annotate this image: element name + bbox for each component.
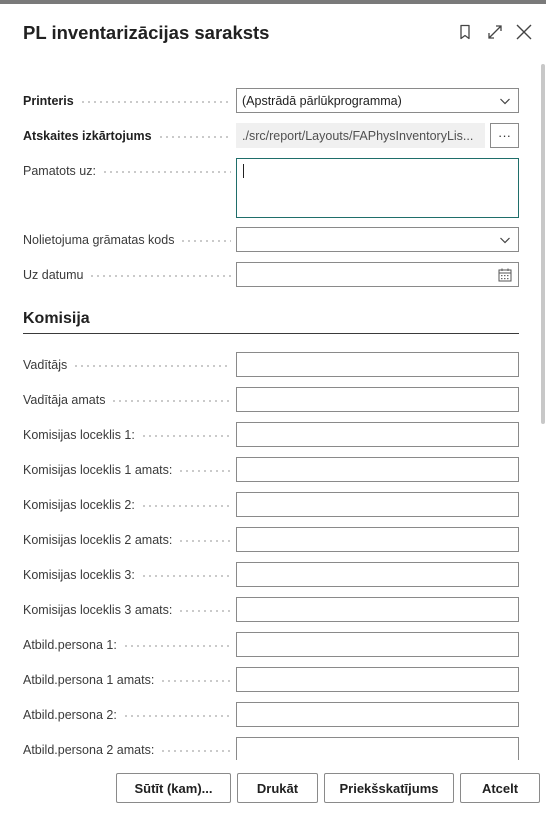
report-layout-label: Atskaites izkārtojums (23, 123, 233, 148)
based-on-textarea[interactable] (236, 158, 519, 218)
commission-field-input[interactable] (236, 667, 519, 692)
chevron-down-icon (500, 237, 510, 244)
section-divider (23, 333, 519, 334)
dialog-title: PL inventarizācijas saraksts (23, 22, 270, 43)
commission-section-title[interactable]: Komisija (23, 310, 90, 328)
commission-field-row: Komisijas loceklis 3: (23, 562, 519, 587)
printer-select[interactable]: (Apstrādā pārlūkprogramma) (236, 88, 519, 113)
commission-field-label: Atbild.persona 1 amats: (23, 667, 233, 692)
as-of-date-input[interactable] (236, 262, 519, 287)
commission-field-row: Atbild.persona 2: (23, 702, 519, 727)
based-on-row: Pamatots uz: (23, 158, 519, 218)
cancel-button[interactable]: Atcelt (460, 773, 540, 803)
commission-field-label: Atbild.persona 2 amats: (23, 737, 233, 760)
send-to-button[interactable]: Sūtīt (kam)... (116, 773, 231, 803)
bookmark-icon[interactable] (456, 23, 474, 41)
dialog-content: Printeris (Apstrādā pārlūkprogramma) Ats… (0, 60, 540, 760)
expand-icon[interactable] (486, 23, 504, 41)
calendar-icon[interactable] (498, 268, 512, 282)
commission-field-label: Komisijas loceklis 3: (23, 562, 233, 587)
commission-field-row: Vadītāja amats (23, 387, 519, 412)
commission-field-input[interactable] (236, 562, 519, 587)
commission-field-row: Komisijas loceklis 1: (23, 422, 519, 447)
report-layout-lookup-button[interactable]: ··· (490, 123, 519, 148)
commission-field-label: Komisijas loceklis 1: (23, 422, 233, 447)
as-of-date-label: Uz datumu (23, 262, 233, 287)
commission-field-row: Atbild.persona 1 amats: (23, 667, 519, 692)
printer-value: (Apstrādā pārlūkprogramma) (242, 93, 402, 108)
report-layout-field: ./src/report/Layouts/FAPhysInventoryLis.… (236, 123, 485, 148)
commission-field-input[interactable] (236, 387, 519, 412)
print-button[interactable]: Drukāt (237, 773, 318, 803)
scrollbar-thumb[interactable] (541, 64, 545, 424)
based-on-label: Pamatots uz: (23, 158, 233, 183)
commission-field-input[interactable] (236, 597, 519, 622)
commission-field-row: Atbild.persona 2 amats: (23, 737, 519, 760)
as-of-date-row: Uz datumu (23, 262, 519, 287)
preview-button[interactable]: Priekšskatījums (324, 773, 454, 803)
commission-field-input[interactable] (236, 457, 519, 482)
commission-field-row: Komisijas loceklis 3 amats: (23, 597, 519, 622)
commission-field-label: Vadītāja amats (23, 387, 233, 412)
commission-field-input[interactable] (236, 527, 519, 552)
vertical-scrollbar[interactable] (541, 64, 545, 760)
commission-field-label: Komisijas loceklis 3 amats: (23, 597, 233, 622)
depreciation-book-select[interactable] (236, 227, 519, 252)
close-icon[interactable] (515, 23, 533, 41)
commission-field-label: Komisijas loceklis 1 amats: (23, 457, 233, 482)
commission-field-row: Vadītājs (23, 352, 519, 377)
commission-field-input[interactable] (236, 492, 519, 517)
printer-row: Printeris (Apstrādā pārlūkprogramma) (23, 88, 519, 113)
commission-field-label: Komisijas loceklis 2: (23, 492, 233, 517)
report-layout-value: ./src/report/Layouts/FAPhysInventoryLis.… (242, 128, 474, 143)
dialog-header: PL inventarizācijas saraksts (0, 4, 546, 60)
depreciation-book-row: Nolietojuma grāmatas kods (23, 227, 519, 252)
commission-field-input[interactable] (236, 632, 519, 657)
commission-field-input[interactable] (236, 702, 519, 727)
commission-field-input[interactable] (236, 737, 519, 760)
printer-label: Printeris (23, 88, 233, 113)
commission-field-input[interactable] (236, 352, 519, 377)
chevron-down-icon (500, 98, 510, 105)
report-layout-row: Atskaites izkārtojums ./src/report/Layou… (23, 123, 519, 148)
dialog-footer: Sūtīt (kam)... Drukāt Priekšskatījums At… (0, 760, 546, 820)
commission-field-row: Komisijas loceklis 1 amats: (23, 457, 519, 482)
commission-field-row: Komisijas loceklis 2: (23, 492, 519, 517)
commission-field-input[interactable] (236, 422, 519, 447)
commission-field-label: Komisijas loceklis 2 amats: (23, 527, 233, 552)
commission-field-label: Atbild.persona 2: (23, 702, 233, 727)
commission-field-row: Atbild.persona 1: (23, 632, 519, 657)
commission-field-label: Vadītājs (23, 352, 233, 377)
depreciation-book-label: Nolietojuma grāmatas kods (23, 227, 233, 252)
commission-field-label: Atbild.persona 1: (23, 632, 233, 657)
commission-field-row: Komisijas loceklis 2 amats: (23, 527, 519, 552)
text-caret (243, 164, 244, 178)
